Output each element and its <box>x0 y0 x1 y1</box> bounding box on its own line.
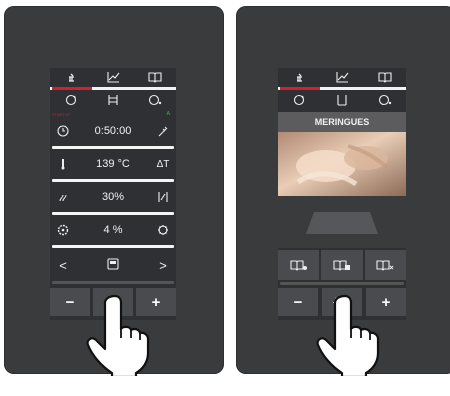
start-stop-button[interactable]: START STOP <box>93 288 133 316</box>
tab-fan-cycle[interactable] <box>278 91 321 109</box>
clock-icon <box>57 125 69 137</box>
tab-fan-speed[interactable] <box>134 91 176 109</box>
start-at-label: START AT <box>52 112 71 117</box>
recipe-view-button[interactable] <box>278 250 320 280</box>
thermometer-icon <box>61 159 65 170</box>
time-row[interactable]: 0:50:00 <box>50 118 176 144</box>
humidity-row[interactable]: 30% <box>50 184 176 210</box>
recipe-transfer-button[interactable] <box>321 250 363 280</box>
steam-icon <box>59 194 67 202</box>
nav-row: < > <box>50 252 176 278</box>
top-tab-row <box>50 68 176 86</box>
start-label: START <box>334 295 350 301</box>
divider <box>52 146 174 149</box>
humidity-value: 30% <box>101 191 125 203</box>
book-icon <box>148 72 162 83</box>
second-tab-row <box>50 91 176 109</box>
stop-label: STOP <box>107 303 119 309</box>
book-icon <box>378 72 392 83</box>
tray-icon <box>337 95 347 106</box>
tab-cookbook[interactable] <box>134 68 176 86</box>
divider <box>52 179 174 182</box>
book-view-icon <box>290 260 307 271</box>
start-label: START <box>105 295 121 301</box>
fan-speed-icon <box>378 94 391 106</box>
program-select[interactable] <box>76 257 150 273</box>
chef-icon <box>297 73 303 82</box>
left-screen: START AT A 0:50:00 139 °C ΔT 30% 4 % < >… <box>50 68 176 320</box>
second-tab-row <box>278 91 406 109</box>
active-tab-indicator <box>280 87 320 90</box>
empty-slot-area <box>278 196 406 248</box>
probe-icon <box>158 126 168 137</box>
tab-steam-tray[interactable] <box>321 91 364 109</box>
tab-steam-tray[interactable] <box>92 91 134 109</box>
right-control-panel: MERINGUES − START STOP + <box>236 6 450 376</box>
plus-button[interactable]: + <box>136 288 176 316</box>
fan-speed-icon <box>148 94 162 106</box>
minus-button[interactable]: − <box>278 288 318 316</box>
top-tab-row <box>278 68 406 86</box>
vent-icon <box>158 192 168 202</box>
right-screen: MERINGUES − START STOP + <box>278 68 406 320</box>
plus-button[interactable]: + <box>366 288 406 316</box>
stop-label: STOP <box>336 303 348 309</box>
tab-fan-speed[interactable] <box>363 91 406 109</box>
start-stop-button[interactable]: START STOP <box>322 288 362 316</box>
recipe-title: MERINGUES <box>278 112 406 132</box>
book-transfer-icon <box>333 260 350 271</box>
tab-cookbook[interactable] <box>363 68 406 86</box>
recipe-delete-button[interactable] <box>364 250 406 280</box>
active-tab-indicator <box>52 87 92 90</box>
fan-value: 4 % <box>103 224 123 236</box>
tab-graph[interactable] <box>321 68 364 86</box>
prev-button[interactable]: < <box>50 258 76 273</box>
tab-cooking-mode[interactable] <box>278 68 321 86</box>
graph-icon <box>336 72 349 83</box>
divider <box>52 281 174 284</box>
divider <box>280 282 404 285</box>
meringue-photo <box>278 132 406 196</box>
book-delete-icon <box>376 260 394 271</box>
divider <box>52 245 174 248</box>
fan-speed-dial-icon <box>158 225 168 235</box>
graph-icon <box>107 72 120 83</box>
cycle-icon <box>65 94 77 106</box>
next-button[interactable]: > <box>150 258 176 273</box>
tab-cooking-mode[interactable] <box>50 68 92 86</box>
start-stop-divider <box>333 301 351 303</box>
tab-fan-cycle[interactable] <box>50 91 92 109</box>
start-stop-divider <box>104 301 122 303</box>
temperature-row[interactable]: 139 °C ΔT <box>50 151 176 177</box>
chef-icon <box>69 73 74 82</box>
alert-label: A <box>166 111 170 117</box>
cycle-icon <box>294 94 305 106</box>
tab-graph[interactable] <box>92 68 134 86</box>
delta-t-icon: ΔT <box>156 158 170 170</box>
left-control-panel: START AT A 0:50:00 139 °C ΔT 30% 4 % < >… <box>4 6 224 376</box>
fan-row[interactable]: 4 % <box>50 217 176 243</box>
fan-icon <box>57 224 69 236</box>
time-value: 0:50:00 <box>94 125 132 137</box>
temperature-value: 139 °C <box>96 158 130 170</box>
recipe-actions <box>278 250 406 280</box>
divider <box>52 212 174 215</box>
tray-icon <box>108 95 118 105</box>
program-icon <box>107 257 119 270</box>
minus-button[interactable]: − <box>50 288 90 316</box>
